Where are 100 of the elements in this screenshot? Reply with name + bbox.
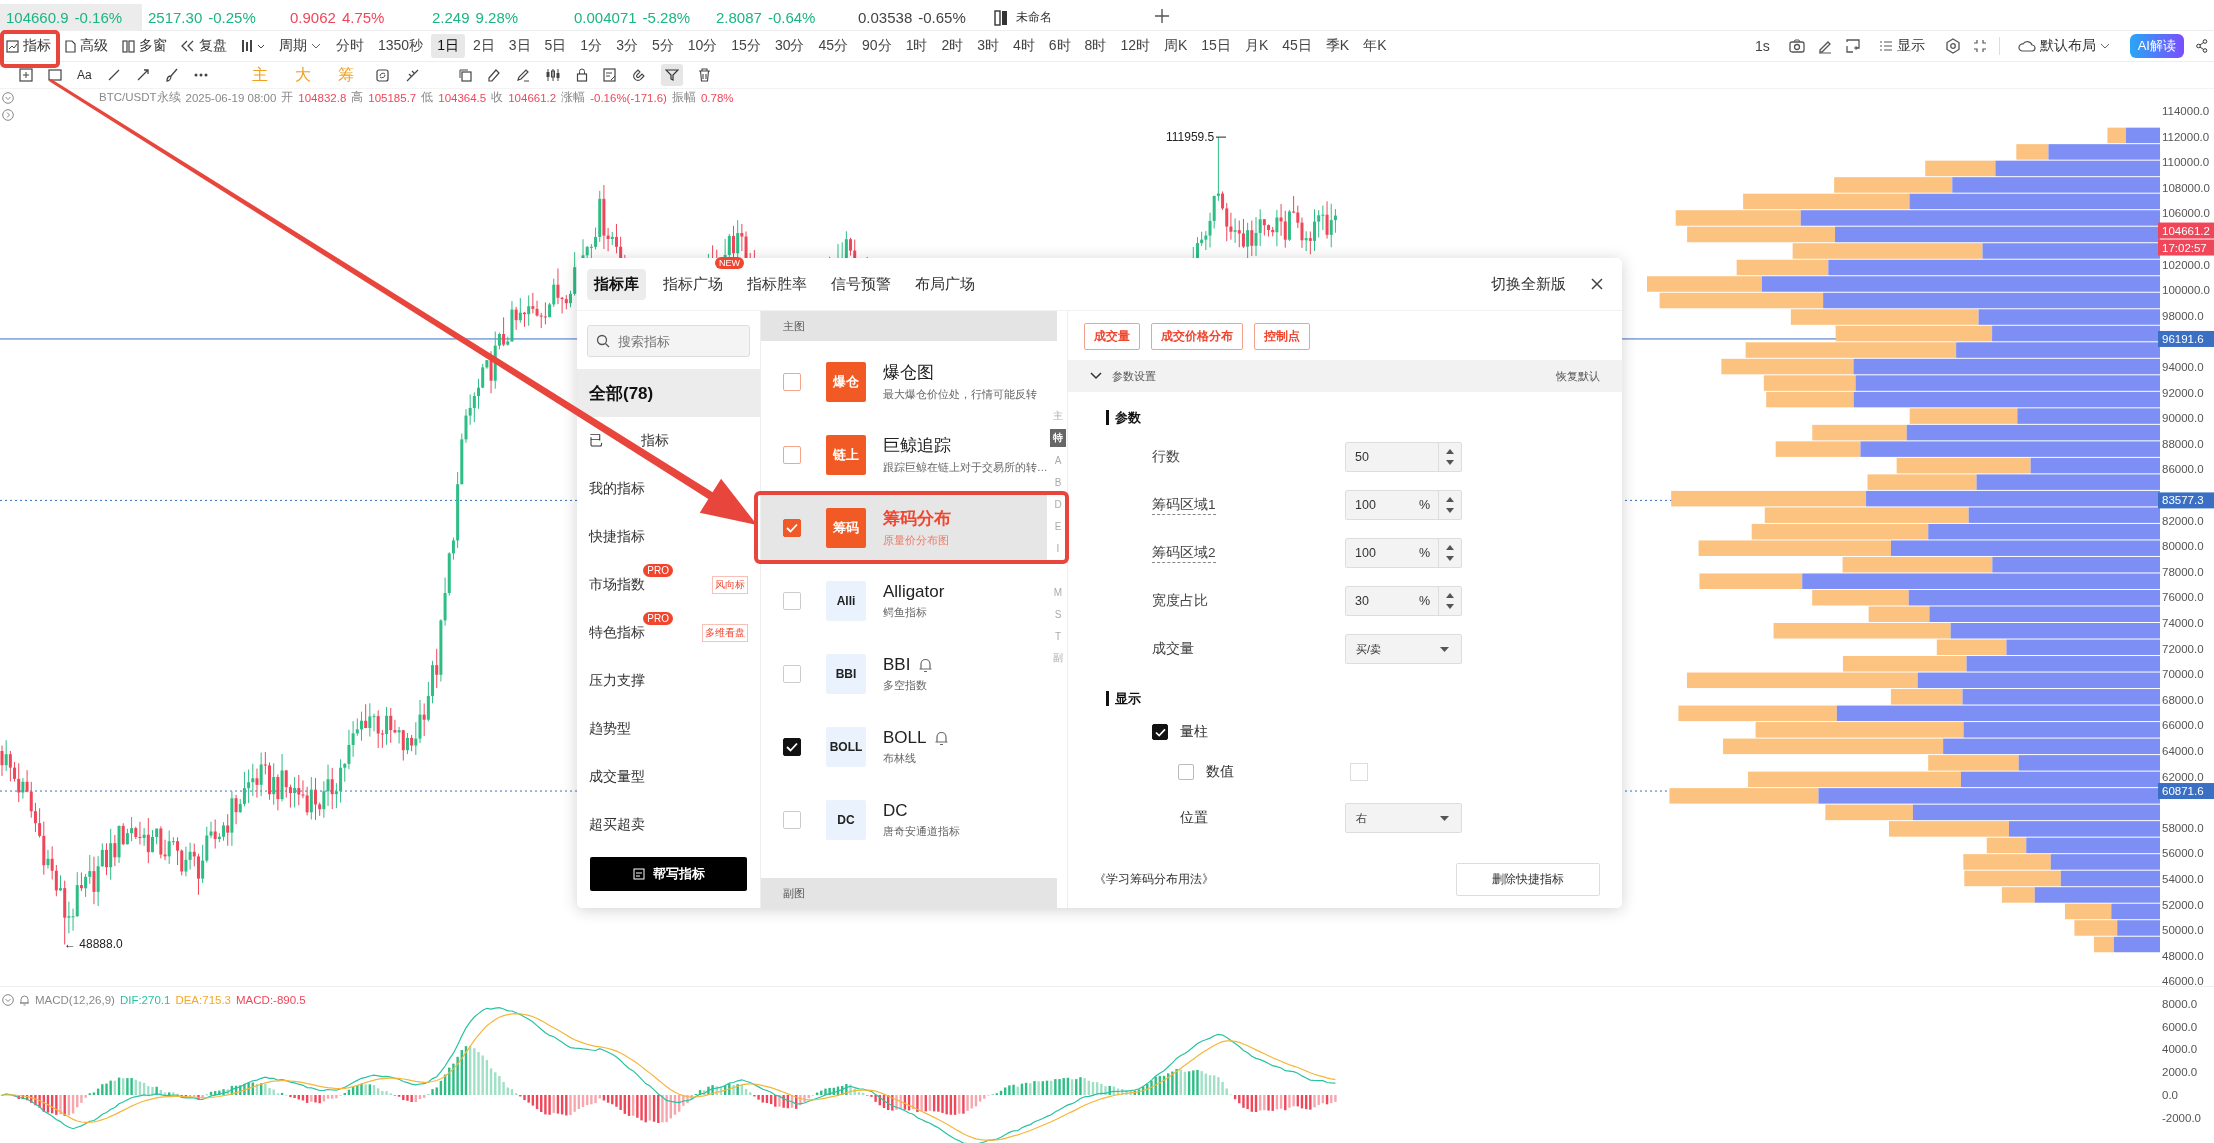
dialog-tab[interactable]: 指标胜率 <box>740 268 814 300</box>
learn-link[interactable]: 《学习筹码分布用法》 <box>1094 871 1214 888</box>
indicator-row[interactable]: DC DC 唐奇安通道指标 <box>761 783 1047 856</box>
dialog-tab[interactable]: 信号预警 <box>824 268 898 300</box>
display-button[interactable]: 显示 <box>1872 35 1931 57</box>
text-tool[interactable]: Aa <box>77 68 92 82</box>
indicator-row[interactable]: 爆仓 爆仓图 最大爆仓价位处，行情可能反转 <box>761 345 1047 418</box>
indicator-row[interactable]: Alli Alligator 鳄鱼指标 <box>761 564 1047 637</box>
category-item[interactable]: 全部(78) <box>577 369 760 417</box>
period-tab[interactable]: 30分 <box>768 34 811 58</box>
symbol-label: BTC/USDT永续 <box>99 90 181 105</box>
category-item[interactable]: 成交量型 <box>577 753 760 801</box>
period-tab[interactable]: 分时 <box>330 34 370 58</box>
period-tab[interactable]: 3分 <box>610 34 644 58</box>
indicator-description: 唐奇安通道指标 <box>883 824 960 839</box>
switch-version-link[interactable]: 切换全新版 <box>1491 274 1566 294</box>
indicator-row[interactable]: 链上 巨鲸追踪 跟踪巨鲸在链上对于交易所的转… <box>761 418 1047 491</box>
period-tab[interactable]: 年K <box>1357 34 1393 58</box>
write-indicator-button[interactable]: 帮写指标 <box>590 857 747 891</box>
output-tag[interactable]: 成交量 <box>1084 323 1140 350</box>
indicator-description: 原量价分布图 <box>883 534 950 548</box>
select-field[interactable]: 买/卖 <box>1345 634 1462 664</box>
select-field[interactable]: 右 <box>1345 803 1462 833</box>
period-tab[interactable]: 1时 <box>899 34 934 58</box>
period-tab[interactable]: 5日 <box>538 34 573 58</box>
delete-shortcut-button[interactable]: 删除快捷指标 <box>1456 863 1600 896</box>
workspace-tab[interactable]: 未命名 <box>1016 9 1052 26</box>
indicator-description: 鳄鱼指标 <box>883 605 928 620</box>
toolbar-button[interactable]: 高级 <box>59 35 114 57</box>
indicator-name: 巨鲸追踪 <box>883 435 951 457</box>
ohlc-label: 振幅 <box>671 90 696 105</box>
index-letter[interactable]: 特 <box>1050 429 1066 447</box>
option-label: 位置 <box>1180 809 1209 827</box>
category-item[interactable]: 我的指标 <box>577 465 760 513</box>
candle-time: 2025-06-19 08:00 <box>185 91 277 104</box>
ticker-item[interactable]: 0.03538 -0.65% <box>852 4 994 30</box>
indicator-tile: 爆仓 <box>826 361 866 402</box>
period-tab[interactable]: 15日 <box>1195 34 1237 58</box>
category-item[interactable]: 快捷指标 <box>577 513 760 561</box>
period-tab[interactable]: 季K <box>1319 34 1356 58</box>
search-field[interactable]: 搜索指标 <box>587 325 750 357</box>
period-tab[interactable]: 45日 <box>1276 34 1318 58</box>
toolbar-button[interactable]: 多窗 <box>116 35 173 57</box>
section-title: 参数 <box>1106 410 1622 425</box>
axis-label: 50000.0 <box>2162 924 2204 937</box>
category-item[interactable]: 特色指标 PRO 多维看盘 <box>577 609 760 657</box>
period-menu[interactable]: 周期 <box>273 35 327 57</box>
dialog-tab[interactable]: 指标广场 <box>656 268 730 300</box>
indicator-name: Alligator <box>883 581 945 602</box>
axis-label: 8000.0 <box>2162 997 2198 1010</box>
axis-label: 46000.0 <box>2162 975 2204 986</box>
ai-button[interactable]: AI解读 <box>2129 34 2184 58</box>
period-tab[interactable]: 6时 <box>1042 34 1077 58</box>
axis-label: 92000.0 <box>2162 386 2204 399</box>
param-label: 行数 <box>1152 448 1180 466</box>
period-tab[interactable]: 4时 <box>1007 34 1041 58</box>
indicator-description: 布林线 <box>883 751 917 766</box>
period-tab[interactable]: 1日 <box>431 34 465 58</box>
period-tab[interactable]: 1分 <box>574 34 609 58</box>
period-tab[interactable]: 3日 <box>502 34 537 58</box>
period-tab[interactable]: 1350秒 <box>372 34 430 58</box>
period-tab[interactable]: 2时 <box>935 34 970 58</box>
category-item[interactable]: 压力支撑 <box>577 657 760 705</box>
indicator-name: BOLL <box>883 727 927 748</box>
price-tag: 104661.2 <box>2158 222 2214 239</box>
axis-label: 56000.0 <box>2162 847 2204 860</box>
category-item[interactable]: 市场指数 PRO 风向标 <box>577 561 760 609</box>
interval-button[interactable]: 1s <box>1748 35 1776 57</box>
period-tab[interactable]: 2日 <box>466 34 501 58</box>
period-tab[interactable]: 月K <box>1238 34 1275 58</box>
reset-link[interactable]: 恢复默认 <box>1556 368 1600 384</box>
period-tab[interactable]: 90分 <box>856 34 898 58</box>
category-item[interactable]: 超买超卖 <box>577 801 760 849</box>
ticker-item[interactable]: 0.9062 4.75% <box>284 4 426 30</box>
period-tab[interactable]: 3时 <box>971 34 1005 58</box>
indicator-row[interactable]: BOLL BOLL 布林线 <box>761 710 1047 783</box>
period-tab[interactable]: 8时 <box>1078 34 1113 58</box>
period-tab[interactable]: 10分 <box>681 34 724 58</box>
period-tab[interactable]: 5分 <box>645 34 680 58</box>
number-field[interactable]: 30 % <box>1345 586 1462 616</box>
toolbar-button[interactable]: 复盘 <box>175 35 233 57</box>
layout-menu[interactable]: 默认布局 <box>2011 35 2116 57</box>
dialog-tab[interactable]: 指标库 <box>587 268 646 300</box>
output-tag[interactable]: 控制点 <box>1254 323 1310 350</box>
number-field[interactable]: 100 % <box>1345 538 1462 568</box>
output-tag[interactable]: 成交价格分布 <box>1151 323 1243 350</box>
period-tab[interactable]: 周K <box>1158 34 1194 58</box>
axis-label: 90000.0 <box>2162 412 2204 425</box>
period-tab[interactable]: 12时 <box>1114 34 1156 58</box>
category-item[interactable]: 已 指标 <box>577 417 760 465</box>
number-field[interactable]: 50 <box>1345 442 1462 472</box>
toolbar-button[interactable]: 指标 <box>0 35 57 57</box>
number-field[interactable]: 100 % <box>1345 490 1462 520</box>
category-item[interactable]: 趋势型 <box>577 705 760 753</box>
section-title: 显示 <box>1106 691 1622 706</box>
dialog-tab[interactable]: 布局广场 <box>908 268 982 300</box>
period-tab[interactable]: 45分 <box>812 34 855 58</box>
period-tab[interactable]: 15分 <box>725 34 767 58</box>
pro-badge: PRO <box>643 564 673 577</box>
indicator-row[interactable]: BBI BBI 多空指数 <box>761 637 1047 710</box>
